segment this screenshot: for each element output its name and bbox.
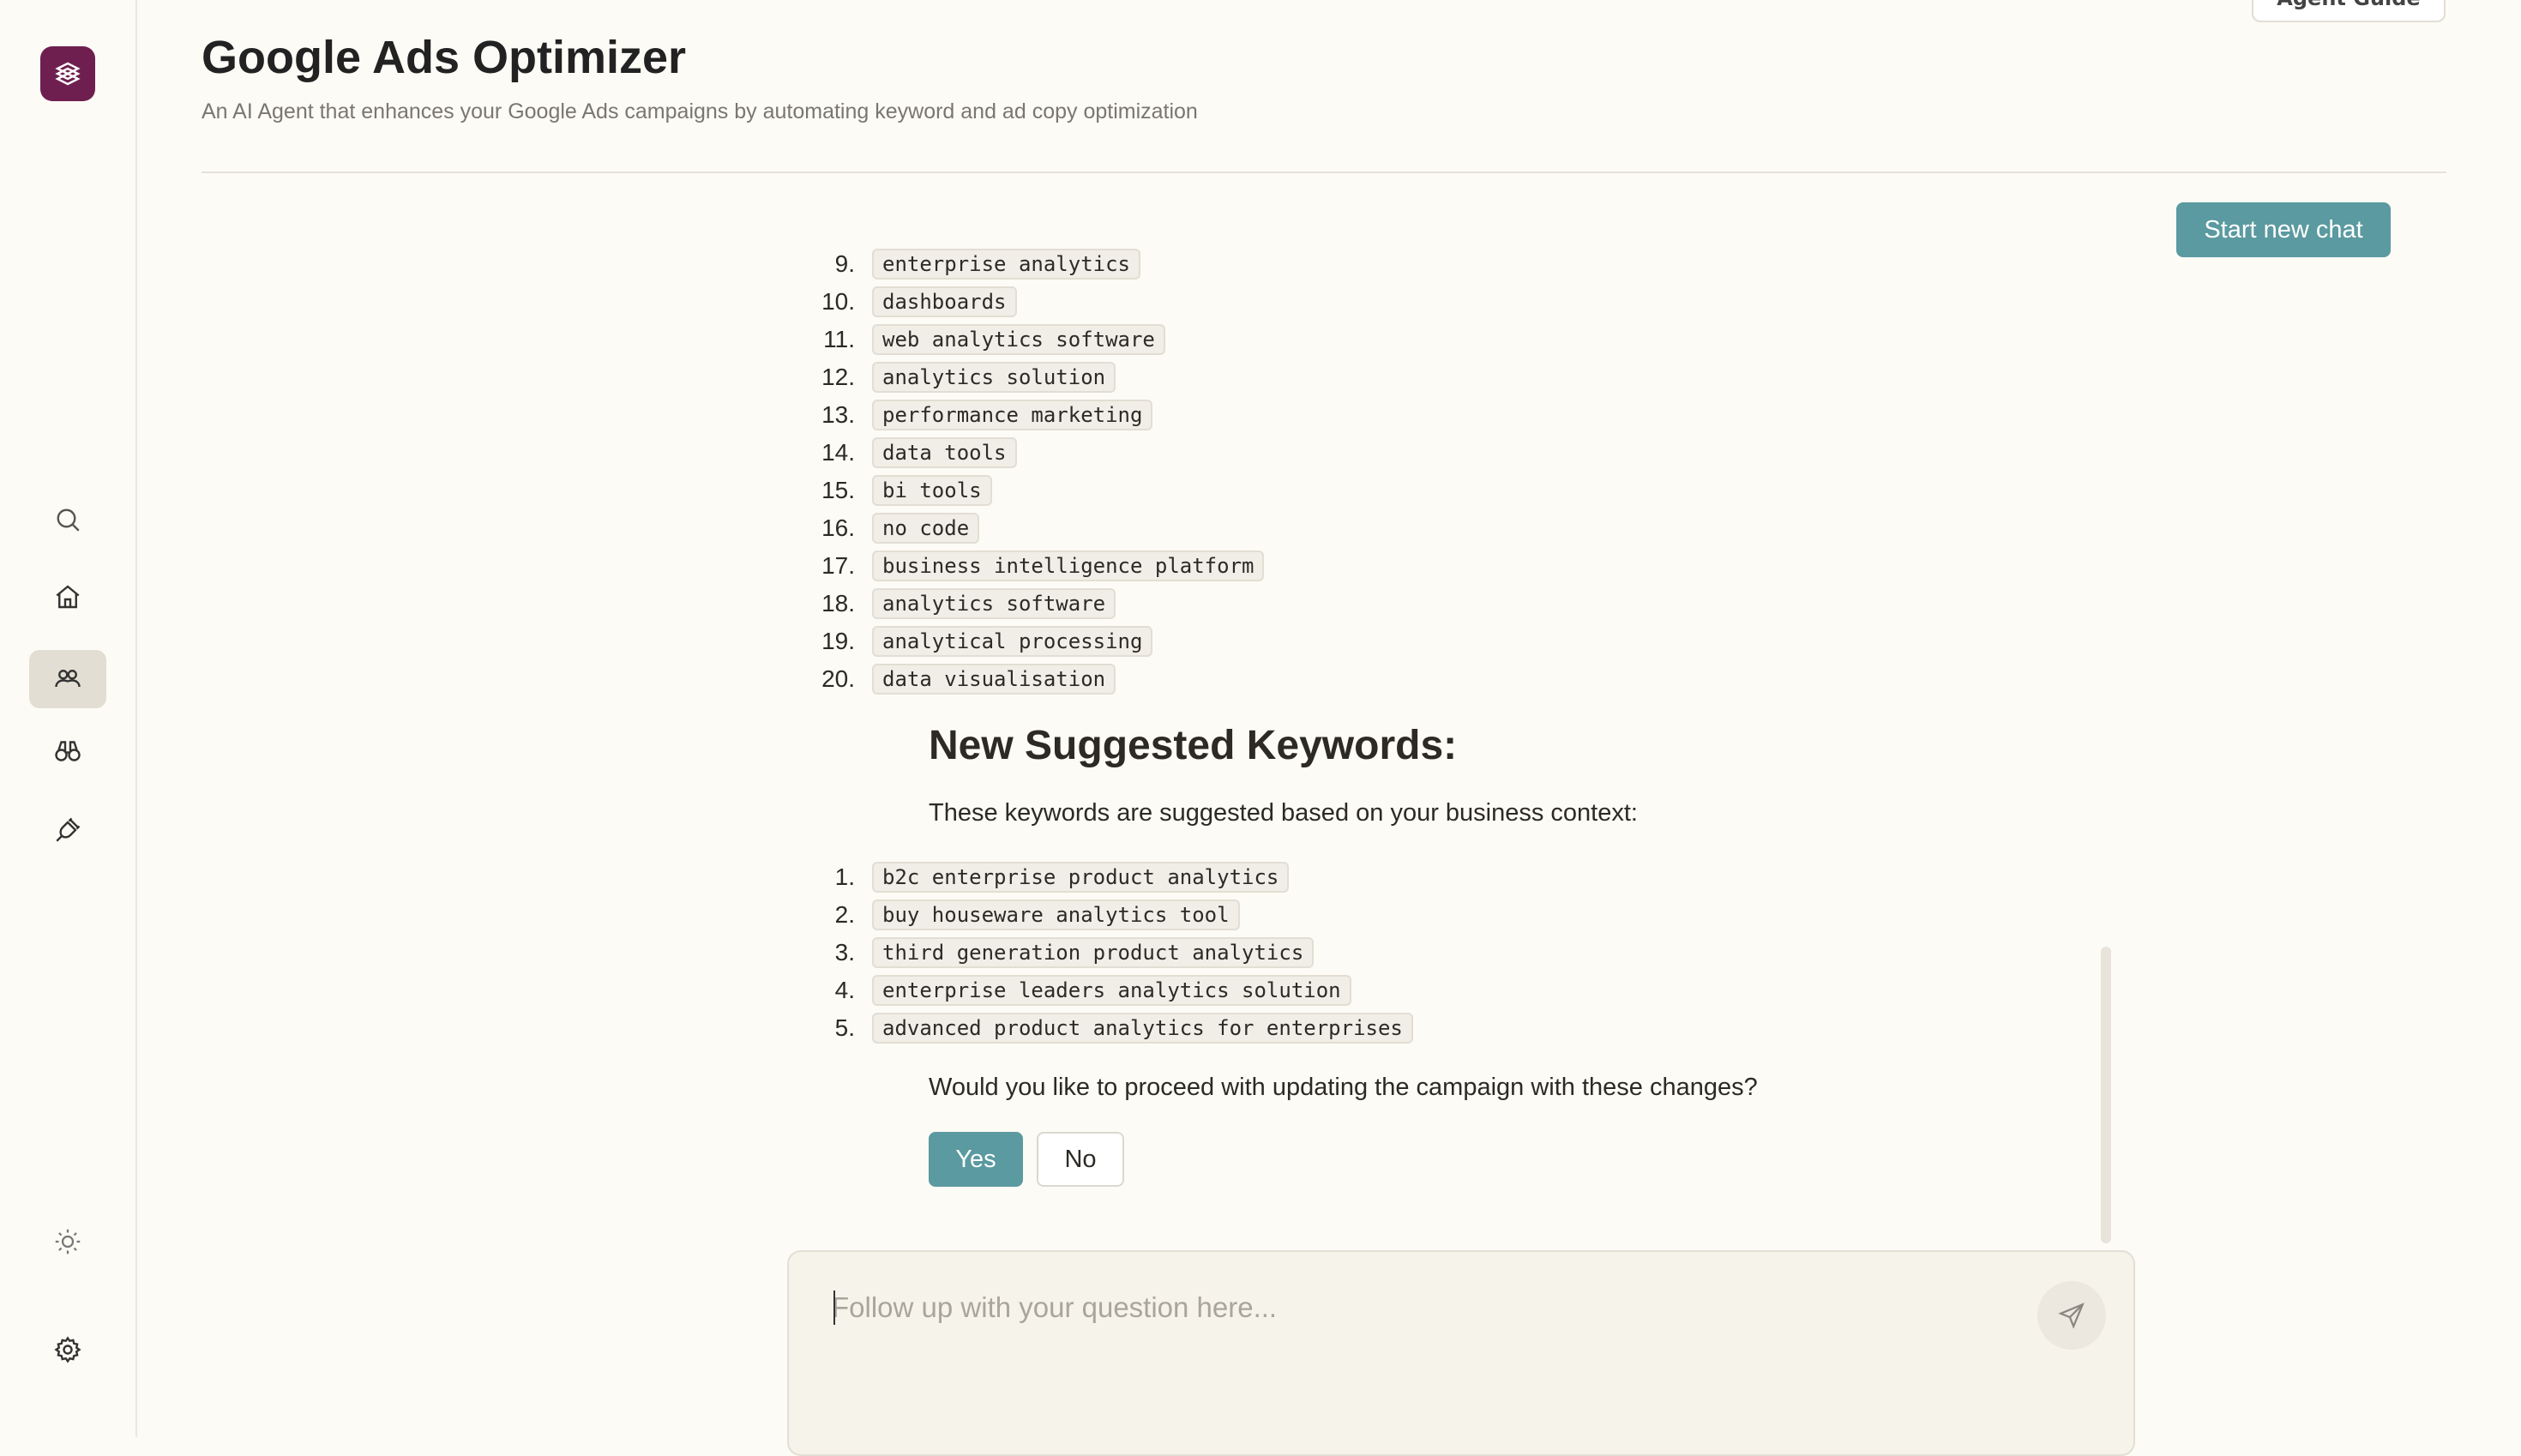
- send-icon: [2058, 1303, 2085, 1329]
- keyword-code: performance marketing: [872, 400, 1153, 430]
- list-item-number: 19.: [821, 628, 855, 654]
- list-item-number: 1.: [834, 863, 855, 890]
- list-item: 2. buy houseware analytics tool: [791, 898, 1240, 932]
- list-item: 17. business intelligence platform: [791, 549, 1265, 583]
- list-item: 5. advanced product analytics for enterpr…: [791, 1011, 1413, 1045]
- list-item-number: 17.: [821, 552, 855, 579]
- list-item-number: 20.: [821, 665, 855, 692]
- keyword-code: b2c enterprise product analytics: [872, 862, 1290, 893]
- start-new-chat-button[interactable]: Start new chat: [2176, 202, 2391, 257]
- list-item-number: 3.: [834, 939, 855, 966]
- binoculars-icon[interactable]: [29, 722, 106, 780]
- list-item: 18. analytics software: [791, 587, 1116, 621]
- page-subtitle: An AI Agent that enhances your Google Ad…: [202, 99, 1198, 123]
- home-icon[interactable]: [29, 568, 106, 626]
- list-item-number: 16.: [821, 514, 855, 541]
- confirmation-question: Would you like to proceed with updating …: [929, 1074, 1758, 1101]
- keyword-code: data tools: [872, 437, 1017, 468]
- text-caret: [833, 1291, 835, 1325]
- main-area: Agent Guide Google Ads Optimizer An AI A…: [137, 0, 2521, 1456]
- list-item: 14. data tools: [791, 436, 1017, 470]
- settings-gear-icon[interactable]: [29, 1321, 106, 1379]
- integrations-icon[interactable]: [29, 801, 106, 859]
- list-item: 10. dashboards: [791, 285, 1017, 319]
- follow-up-input[interactable]: [832, 1286, 2032, 1329]
- chat-scrollbar[interactable]: [2101, 947, 2111, 1243]
- keyword-code: data visualisation: [872, 664, 1116, 695]
- sidebar: [0, 0, 137, 1437]
- list-item-number: 11.: [823, 326, 855, 352]
- list-item: 11. web analytics software: [791, 322, 1165, 357]
- list-item-number: 2.: [834, 901, 855, 928]
- send-button[interactable]: [2037, 1281, 2106, 1350]
- list-item: 16. no code: [791, 511, 980, 545]
- agents-icon[interactable]: [29, 650, 106, 708]
- keyword-code: buy houseware analytics tool: [872, 899, 1240, 930]
- keyword-code: analytics software: [872, 588, 1116, 619]
- list-item: 19. analytical processing: [791, 624, 1153, 659]
- header-divider: [202, 171, 2446, 173]
- keyword-code: business intelligence platform: [872, 551, 1265, 581]
- keyword-code: no code: [872, 513, 980, 544]
- list-item-number: 9.: [834, 250, 855, 277]
- list-item: 9. enterprise analytics: [791, 247, 1140, 281]
- no-button[interactable]: No: [1037, 1132, 1124, 1187]
- search-icon[interactable]: [29, 490, 106, 549]
- keyword-code: dashboards: [872, 286, 1017, 317]
- keyword-code: enterprise analytics: [872, 249, 1140, 280]
- page-title: Google Ads Optimizer: [202, 32, 687, 83]
- list-item-number: 5.: [834, 1014, 855, 1041]
- keyword-code: analytics solution: [872, 362, 1116, 393]
- list-item-number: 4.: [834, 977, 855, 1003]
- keyword-code: web analytics software: [872, 324, 1165, 355]
- yes-button[interactable]: Yes: [929, 1132, 1023, 1187]
- list-item: 13. performance marketing: [791, 398, 1153, 432]
- list-item: 12. analytics solution: [791, 360, 1116, 394]
- list-item-number: 10.: [821, 288, 855, 315]
- list-item-number: 12.: [821, 364, 855, 390]
- keyword-code: advanced product analytics for enterpris…: [872, 1013, 1413, 1044]
- list-item: 3. third generation product analytics: [791, 936, 1315, 970]
- suggested-keywords-intro: These keywords are suggested based on yo…: [929, 799, 1638, 827]
- list-item: 20. data visualisation: [791, 662, 1116, 696]
- list-item-number: 15.: [821, 477, 855, 503]
- agent-guide-button[interactable]: Agent Guide: [2252, 0, 2446, 22]
- keyword-code: third generation product analytics: [872, 937, 1315, 968]
- keyword-code: bi tools: [872, 475, 992, 506]
- theme-sun-icon[interactable]: [29, 1212, 106, 1271]
- list-item: 15. bi tools: [791, 473, 992, 508]
- suggested-keywords-heading: New Suggested Keywords:: [929, 723, 1458, 768]
- chat-composer: [787, 1250, 2135, 1456]
- list-item: 1. b2c enterprise product analytics: [791, 860, 1290, 894]
- keyword-code: analytical processing: [872, 626, 1153, 657]
- list-item: 4. enterprise leaders analytics solution: [791, 973, 1351, 1008]
- list-item-number: 14.: [821, 439, 855, 466]
- keyword-code: enterprise leaders analytics solution: [872, 975, 1351, 1006]
- app-logo-icon[interactable]: [40, 46, 95, 101]
- list-item-number: 18.: [821, 590, 855, 617]
- list-item-number: 13.: [821, 401, 855, 428]
